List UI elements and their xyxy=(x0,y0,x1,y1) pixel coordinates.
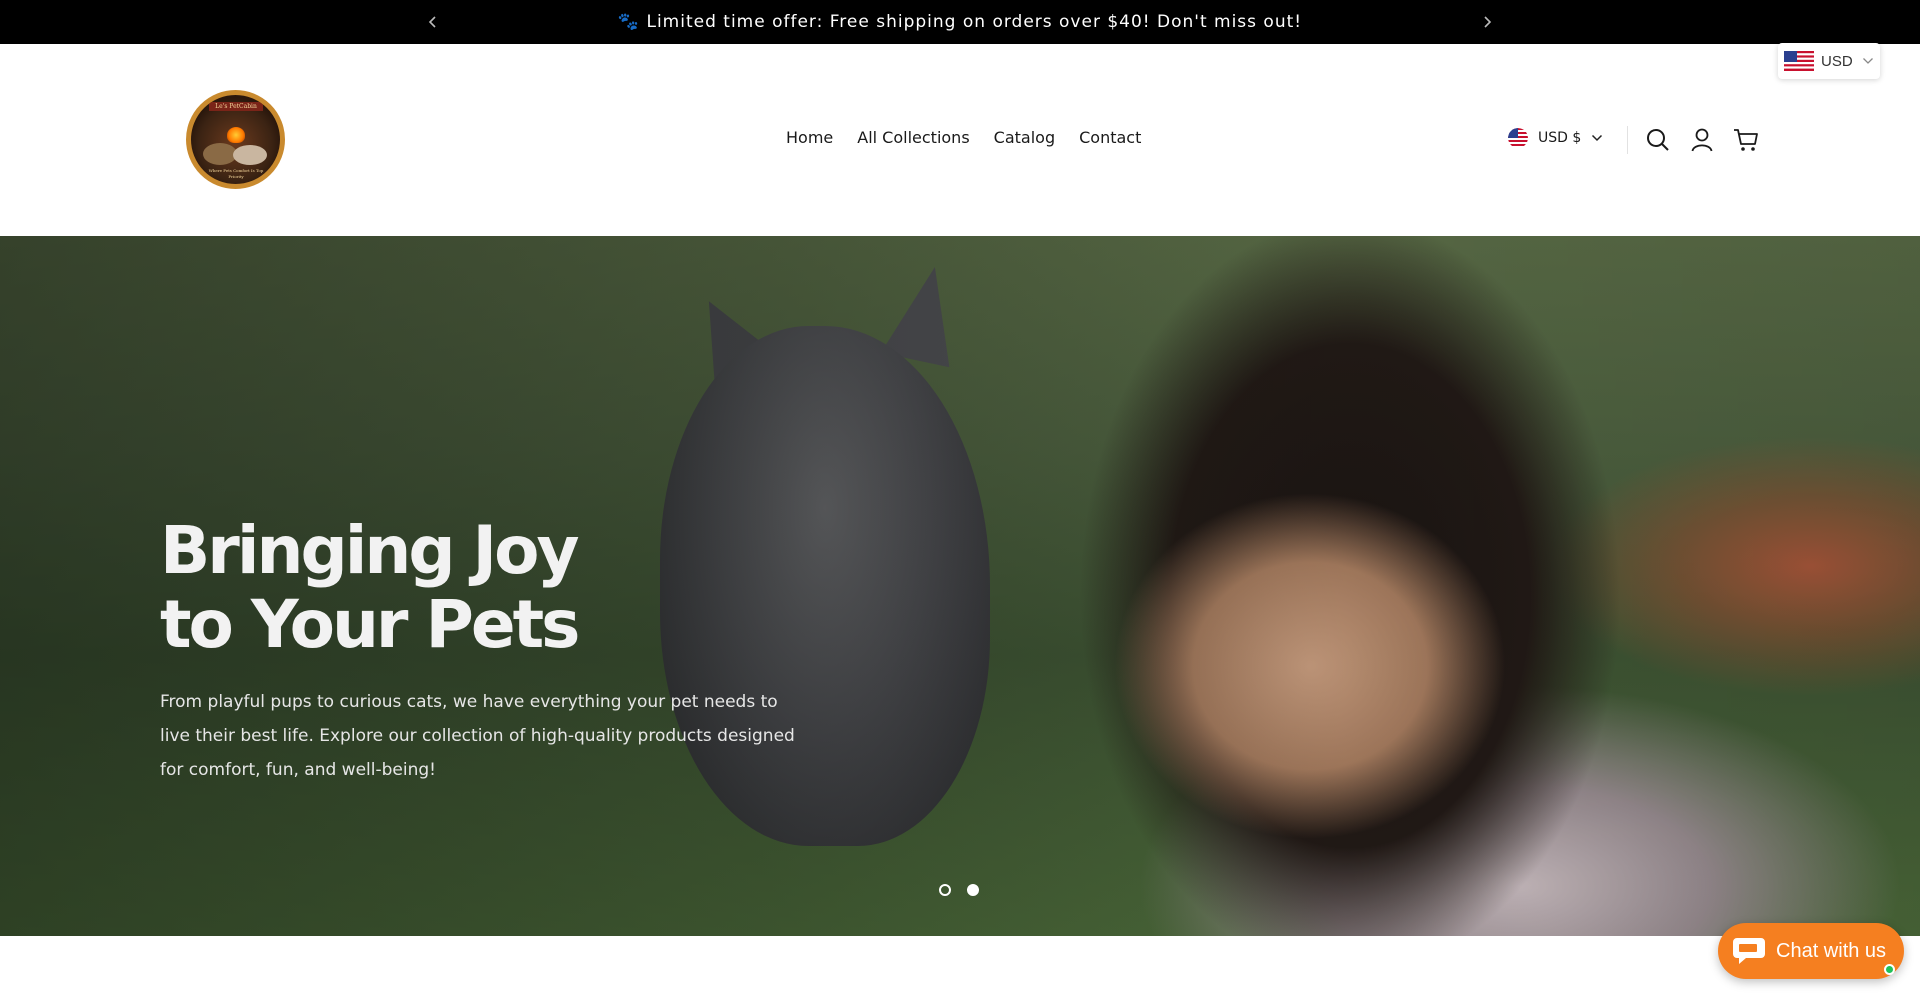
logo-tagline: Where Pets Comfort Is Top Priority xyxy=(208,168,264,179)
nav-home[interactable]: Home xyxy=(786,128,833,147)
currency-widget[interactable]: USD xyxy=(1778,43,1880,79)
online-status-dot xyxy=(1884,964,1895,975)
announcement-bar: 🐾 Limited time offer: Free shipping on o… xyxy=(0,0,1920,44)
currency-selector-label: USD $ xyxy=(1538,130,1582,146)
chat-button[interactable]: Chat with us xyxy=(1718,923,1904,979)
nav-catalog[interactable]: Catalog xyxy=(994,128,1055,147)
slide-pagination xyxy=(939,884,979,896)
site-header: Le's PetCabin Where Pets Comfort Is Top … xyxy=(0,44,1920,236)
slide-dot-1[interactable] xyxy=(939,884,951,896)
chat-label: Chat with us xyxy=(1776,939,1887,962)
hero-description: From playful pups to curious cats, we ha… xyxy=(160,692,795,780)
dog-icon xyxy=(203,143,237,165)
announcement-text: 🐾 Limited time offer: Free shipping on o… xyxy=(617,12,1303,32)
currency-widget-label: USD xyxy=(1821,52,1853,70)
account-icon[interactable] xyxy=(1689,127,1715,153)
main-nav: Home All Collections Catalog Contact xyxy=(786,128,1141,147)
fireplace-icon xyxy=(227,127,245,143)
us-flag-icon xyxy=(1784,51,1814,71)
hero-banner: Bringing Joy to Your Pets From playful p… xyxy=(0,236,1920,936)
logo-banner-text: Le's PetCabin xyxy=(209,102,263,111)
chat-bubble-icon xyxy=(1733,938,1765,964)
slide-dot-2[interactable] xyxy=(967,884,979,896)
currency-selector[interactable]: USD $ xyxy=(1508,128,1603,148)
cart-icon[interactable] xyxy=(1733,127,1759,153)
chevron-right-icon[interactable] xyxy=(1477,12,1497,32)
chevron-down-icon xyxy=(1592,134,1603,142)
search-icon[interactable] xyxy=(1645,127,1671,153)
chevron-left-icon[interactable] xyxy=(423,12,443,32)
store-logo[interactable]: Le's PetCabin Where Pets Comfort Is Top … xyxy=(186,90,285,189)
header-divider xyxy=(1627,126,1628,154)
chevron-down-icon xyxy=(1862,58,1873,64)
nav-contact[interactable]: Contact xyxy=(1079,128,1141,147)
cat-icon xyxy=(233,145,267,165)
nav-all-collections[interactable]: All Collections xyxy=(857,128,969,147)
us-flag-icon xyxy=(1508,128,1528,148)
hero-title: Bringing Joy to Your Pets xyxy=(160,512,580,663)
